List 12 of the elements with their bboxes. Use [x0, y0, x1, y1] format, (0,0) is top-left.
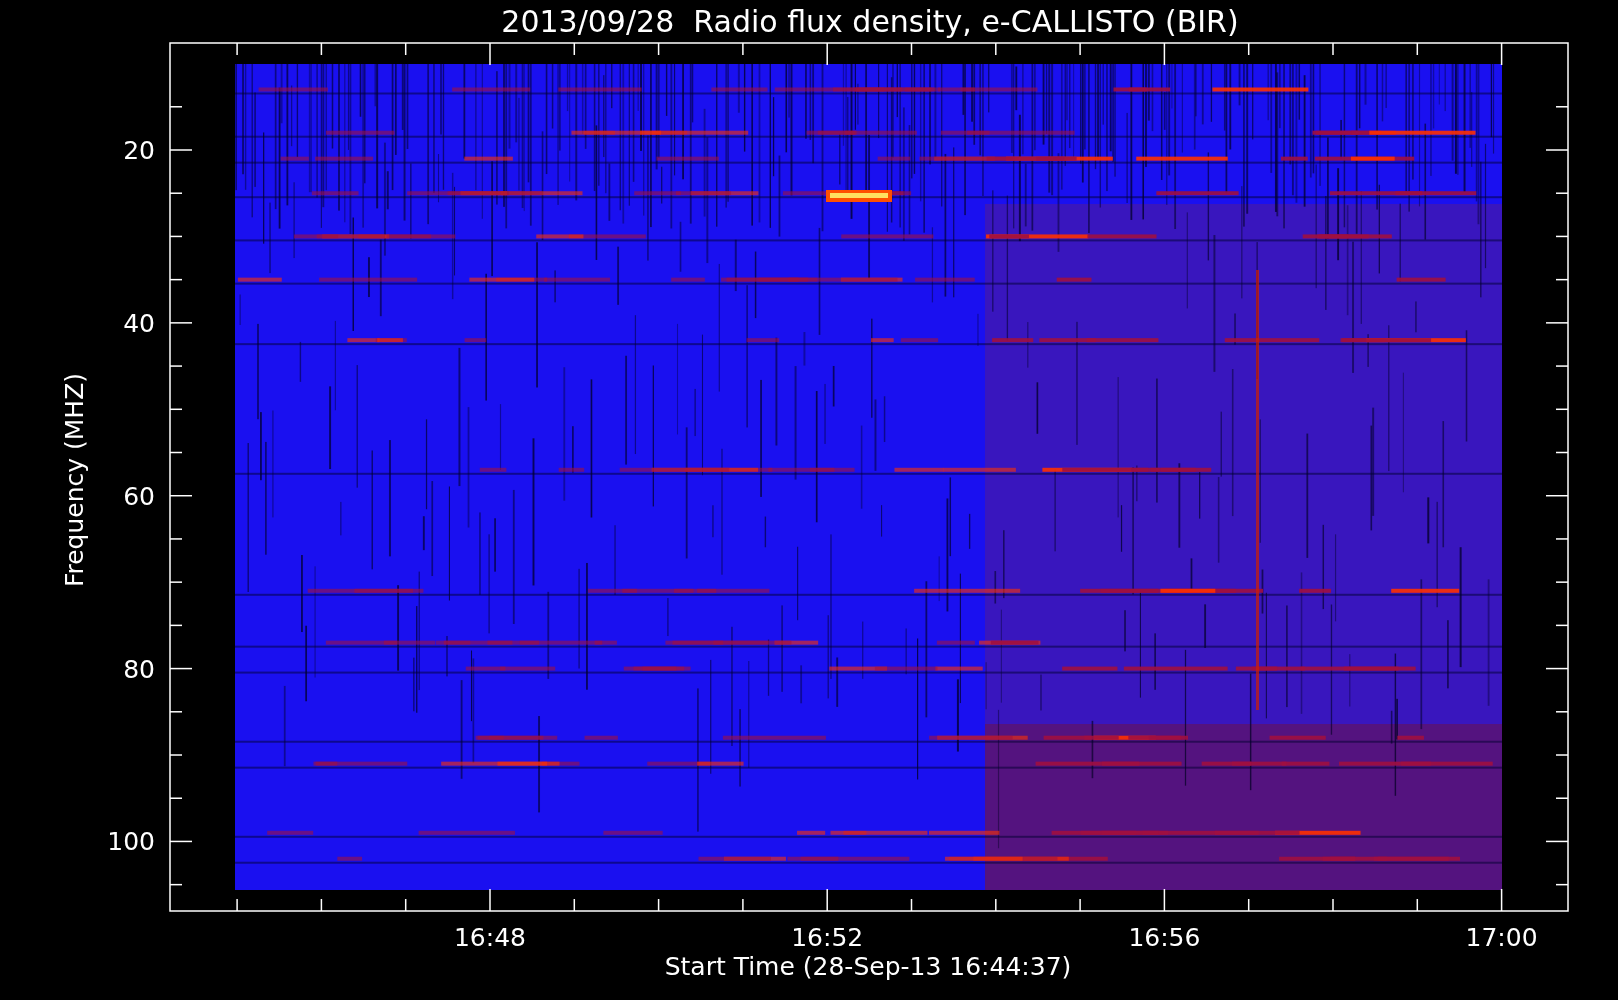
y-tick-label: 100	[107, 827, 155, 857]
y-tick-label: 60	[123, 481, 155, 511]
x-axis-label: Start Time (28-Sep-13 16:44:37)	[664, 952, 1072, 981]
x-tick-label: 16:56	[1128, 923, 1201, 952]
y-tick-label: 20	[123, 136, 155, 165]
x-tick-label: 16:52	[791, 923, 864, 952]
x-tick-label: 17:00	[1465, 923, 1538, 952]
y-tick-label: 80	[123, 654, 155, 684]
y-tick-label: 40	[123, 308, 155, 338]
chart-title: 2013/09/28 Radio flux density, e-CALLISTO (BIR)	[501, 4, 1239, 39]
x-tick-label: 16:48	[454, 923, 526, 952]
y-axis-label: Frequency (MHZ)	[60, 372, 89, 588]
